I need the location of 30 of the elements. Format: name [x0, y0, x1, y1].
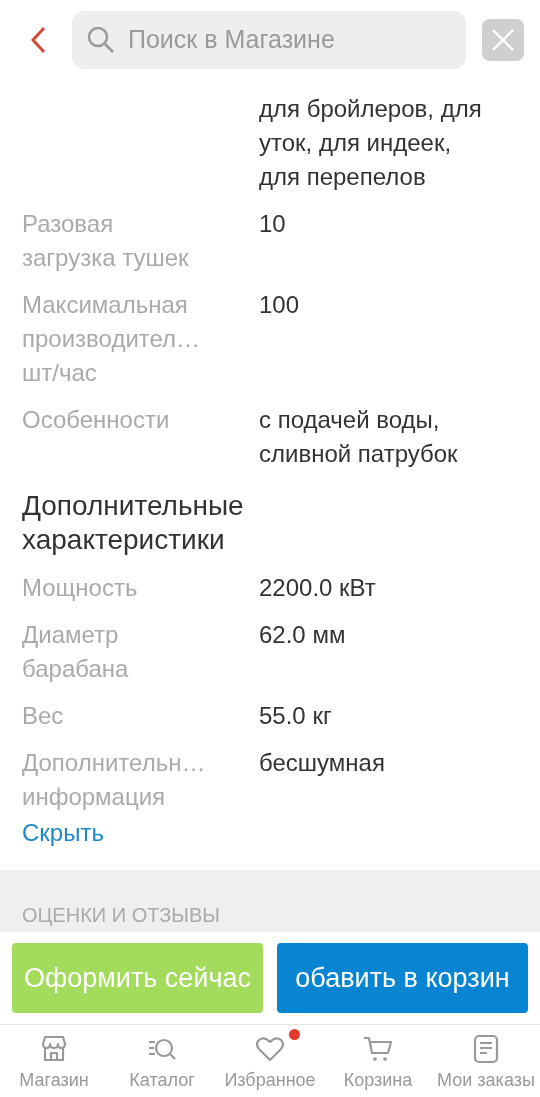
nav-tab[interactable]: Избранное — [216, 1025, 324, 1097]
spec-label: Максимальная производител… шт/час — [22, 290, 202, 388]
close-icon — [491, 28, 515, 52]
nav-tab[interactable]: Мои заказы — [432, 1025, 540, 1097]
spec-value: с подачей воды, сливной патрубок — [259, 405, 459, 469]
spec-label: Диаметр барабана — [22, 620, 130, 684]
spec-value: 100 — [259, 290, 301, 320]
spec-value: 2200.0 кВт — [259, 573, 377, 603]
search-field[interactable]: Поиск в Магазине — [72, 11, 466, 69]
nav-tab[interactable]: Корзина — [324, 1025, 432, 1097]
back-icon[interactable] — [28, 25, 48, 55]
spec-value: 62.0 мм — [259, 620, 347, 650]
spec-label: Дополнительн… информация — [22, 748, 207, 812]
spec-value: 10 — [259, 209, 287, 239]
spec-label: Особенности — [22, 405, 171, 435]
add-to-cart-button[interactable]: обавить в корзин — [277, 943, 528, 1013]
spec-value: для бройлеров, для уток, для индеек, для перепелов — [259, 94, 483, 192]
spec-value: 55.0 кг — [259, 701, 333, 731]
nav-tab[interactable]: Магазин — [0, 1025, 108, 1097]
spec-label: Мощность — [22, 573, 139, 603]
search-field[interactable]: Поиск в Магазине — [128, 21, 452, 59]
spec-label: Разовая загрузка тушек — [22, 209, 190, 273]
spec-label: Вес — [22, 701, 65, 731]
buy-now-button[interactable]: Оформить сейчас — [12, 943, 263, 1013]
spec-value: бесшумная — [259, 748, 386, 778]
hide-link[interactable]: Скрыть — [22, 819, 104, 846]
section-heading: Дополнительные характеристики — [22, 489, 245, 557]
nav-tab[interactable]: Каталог — [108, 1025, 216, 1097]
section-heading: ОЦЕНКИ И ОТЗЫВЫ — [22, 903, 221, 928]
search-icon — [86, 25, 116, 55]
